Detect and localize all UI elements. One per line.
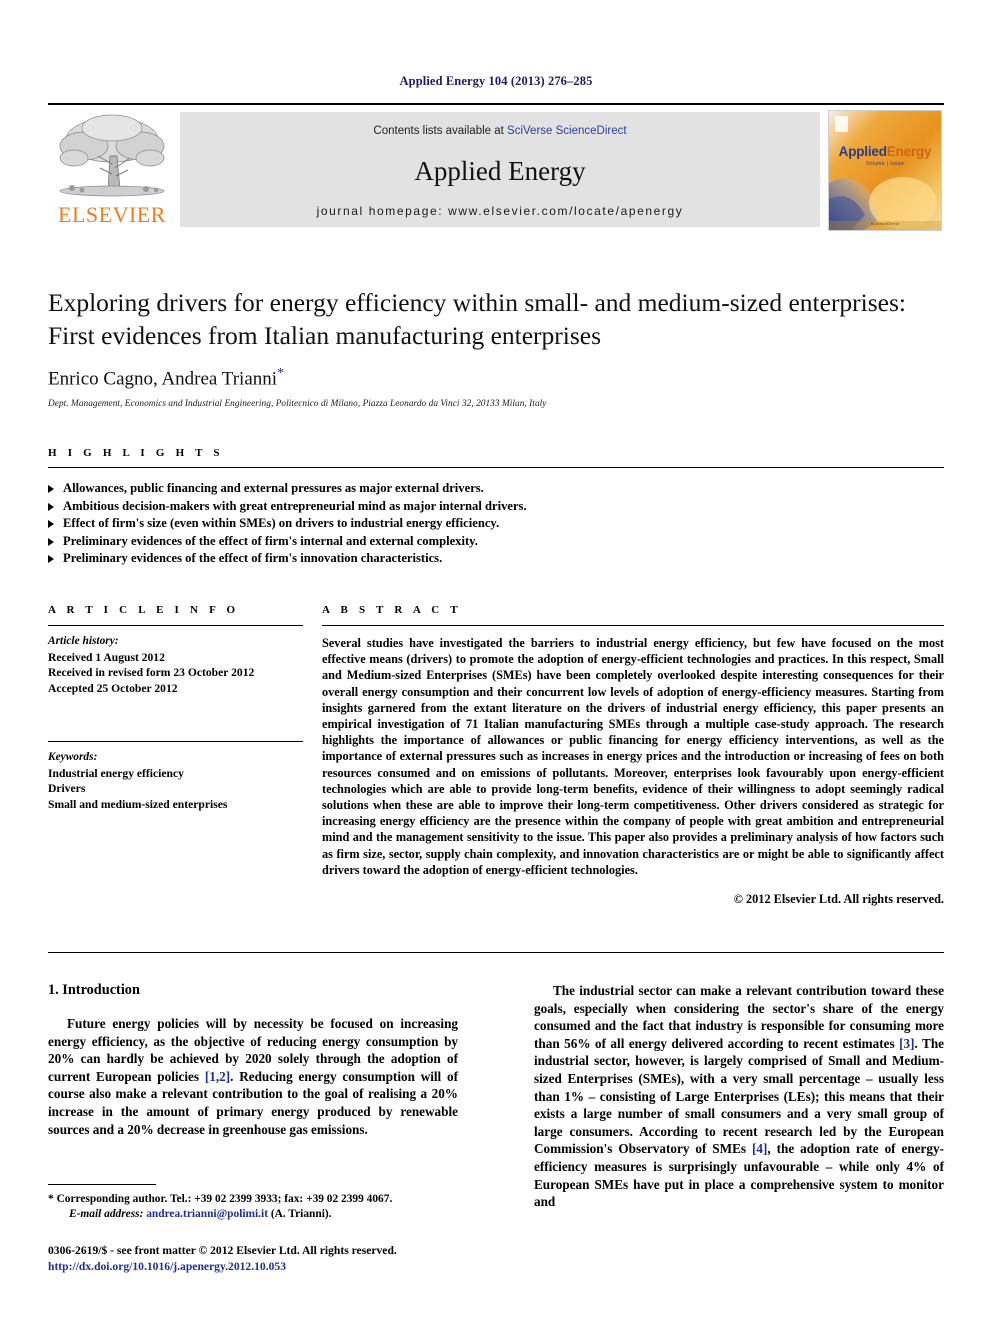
history-revised: Received in revised form 23 October 2012	[48, 666, 255, 680]
author-names: Enrico Cagno, Andrea Trianni	[48, 368, 278, 390]
footnote-line-2: E-mail address: andrea.trianni@polimi.it…	[48, 1207, 458, 1222]
cover-artwork	[829, 111, 941, 230]
elsevier-wordmark: ELSEVIER	[58, 202, 166, 227]
section-heading-introduction: 1. Introduction	[48, 982, 140, 998]
footnote-marker: *	[48, 1193, 54, 1205]
abstract-copyright: © 2012 Elsevier Ltd. All rights reserved…	[733, 892, 944, 907]
list-item: Effect of firm's size (even within SMEs)…	[48, 515, 944, 533]
email-owner: (A. Trianni).	[270, 1208, 332, 1221]
keywords-label: Keywords:	[48, 751, 98, 764]
email-link[interactable]: andrea.trianni@polimi.it	[146, 1208, 268, 1220]
bullet-triangle-icon	[48, 537, 54, 546]
journal-title: Applied Energy	[414, 156, 586, 186]
page-footer: 0306-2619/$ - see front matter © 2012 El…	[48, 1243, 548, 1274]
citation-link[interactable]: [1,2]	[205, 1069, 230, 1084]
list-item: Preliminary evidences of the effect of f…	[48, 550, 944, 568]
contents-available-line: Contents lists available at SciVerse Sci…	[180, 125, 820, 137]
keywords-divider	[48, 741, 303, 743]
list-item: Preliminary evidences of the effect of f…	[48, 533, 944, 551]
keyword-item: Small and medium-sized enterprises	[48, 797, 228, 811]
abstract-text: Several studies have investigated the ba…	[322, 636, 944, 877]
highlights-section: H I G H L I G H T S Allowances, public f…	[48, 447, 944, 568]
footnote-line-1: * Corresponding author. Tel.: +39 02 239…	[48, 1192, 458, 1207]
email-label: E-mail address:	[69, 1208, 144, 1221]
author-list: Enrico Cagno, Andrea Trianni*	[48, 366, 944, 390]
journal-article-page: Applied Energy 104 (2013) 276–285 ELSEVI…	[0, 0, 992, 1323]
highlights-list: Allowances, public financing and externa…	[48, 480, 944, 568]
cover-title-part2: Energy	[886, 144, 932, 159]
list-item: Ambitious decision-makers with great ent…	[48, 498, 944, 516]
paragraph: The industrial sector can make a relevan…	[534, 982, 944, 1211]
highlights-divider	[48, 467, 944, 468]
corresponding-author-marker: *	[277, 366, 285, 381]
citation-link[interactable]: [3]	[899, 1036, 914, 1051]
title-block: Exploring drivers for energy efficiency …	[48, 286, 944, 409]
abstract-section: A B S T R A C T Several studies have inv…	[322, 604, 944, 907]
highlight-text: Preliminary evidences of the effect of f…	[63, 551, 443, 566]
sciencedirect-link[interactable]: SciVerse ScienceDirect	[507, 125, 627, 137]
elsevier-logo: ELSEVIER	[50, 112, 174, 227]
highlight-text: Allowances, public financing and externa…	[63, 481, 484, 495]
list-item: Allowances, public financing and externa…	[48, 480, 944, 498]
issn-copyright-line: 0306-2619/$ - see front matter © 2012 El…	[48, 1244, 397, 1257]
footnote-corresponding-text: Corresponding author. Tel.: +39 02 2399 …	[56, 1193, 393, 1205]
journal-cover-thumbnail: AppliedEnergy Volume | Issue ScienceDire…	[828, 110, 942, 231]
highlight-text: Ambitious decision-makers with great ent…	[63, 498, 527, 513]
masthead-band: Contents lists available at SciVerse Sci…	[180, 112, 820, 227]
doi-link[interactable]: http://dx.doi.org/10.1016/j.apenergy.201…	[48, 1259, 548, 1275]
journal-homepage-link[interactable]: journal homepage: www.elsevier.com/locat…	[180, 204, 820, 218]
bullet-triangle-icon	[48, 502, 54, 511]
highlights-heading: H I G H L I G H T S	[48, 447, 224, 459]
highlight-text: Effect of firm's size (even within SMEs)…	[63, 516, 500, 531]
body-column-right: The industrial sector can make a relevan…	[534, 982, 944, 1211]
keyword-item: Drivers	[48, 782, 86, 796]
article-title: Exploring drivers for energy efficiency …	[48, 288, 907, 350]
article-info-section: A R T I C L E I N F O Article history: R…	[48, 604, 303, 813]
abstract-divider	[322, 625, 944, 626]
history-received: Received 1 August 2012	[48, 650, 165, 664]
running-head: Applied Energy 104 (2013) 276–285	[399, 74, 593, 88]
cover-footer-text: ScienceDirect	[870, 221, 900, 226]
keyword-item: Industrial energy efficiency	[48, 766, 184, 780]
history-accepted: Accepted 25 October 2012	[48, 681, 178, 695]
journal-masthead: ELSEVIER Contents lists available at Sci…	[48, 103, 944, 231]
paragraph-text: The industrial sector can make a relevan…	[534, 983, 944, 1051]
article-info-heading: A R T I C L E I N F O	[48, 604, 240, 616]
abstract-heading: A B S T R A C T	[322, 604, 462, 616]
cover-title-part1: Applied	[838, 144, 887, 159]
affiliation: Dept. Management, Economics and Industri…	[48, 399, 547, 410]
paragraph: Future energy policies will by necessity…	[48, 1015, 458, 1138]
contents-prefix: Contents lists available at	[373, 125, 508, 137]
footnote-divider	[48, 1184, 156, 1185]
highlight-text: Preliminary evidences of the effect of f…	[63, 533, 478, 548]
cover-journal-title: AppliedEnergy	[829, 144, 941, 159]
bullet-triangle-icon	[48, 485, 54, 493]
paragraph-text-continued: . The industrial sector, however, is lar…	[534, 1035, 945, 1157]
elsevier-tree-icon	[59, 114, 165, 197]
article-info-divider	[48, 625, 303, 626]
article-history-label: Article history:	[48, 635, 119, 647]
citation-link[interactable]: [4]	[752, 1141, 767, 1156]
body-top-divider	[48, 952, 944, 953]
cover-subtitle: Volume | Issue	[865, 161, 905, 167]
corresponding-author-footnote: * Corresponding author. Tel.: +39 02 239…	[48, 1192, 458, 1223]
body-column-left: 1. Introduction Future energy policies w…	[48, 982, 458, 1138]
bullet-triangle-icon	[48, 520, 54, 529]
bullet-triangle-icon	[48, 555, 54, 564]
